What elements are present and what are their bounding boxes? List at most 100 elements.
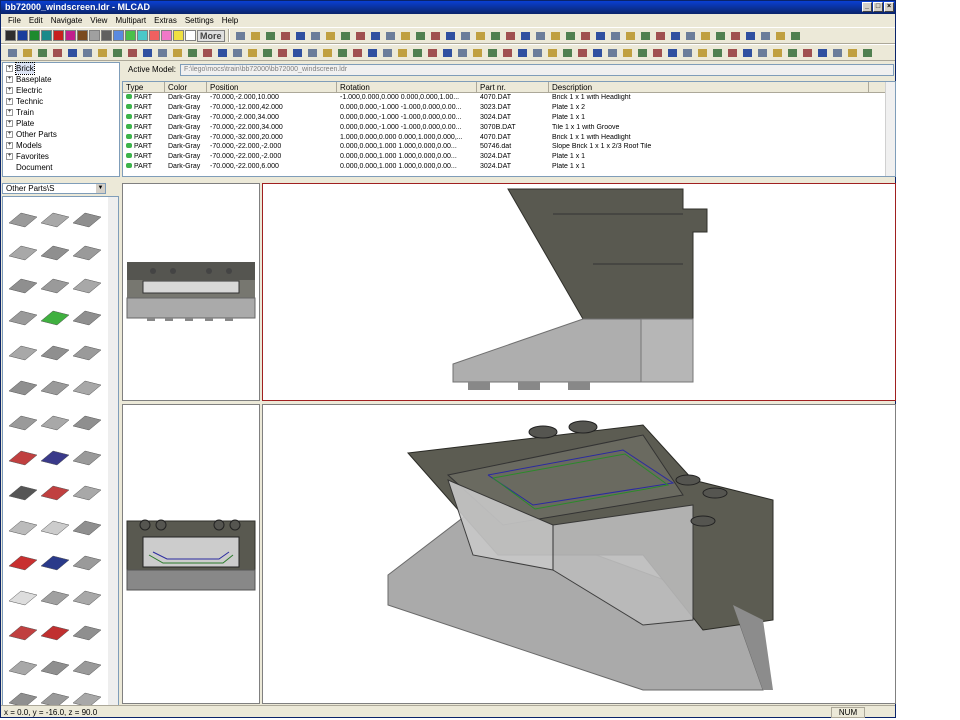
toolbar-button-icon[interactable] [425, 46, 439, 59]
toolbar-button-icon[interactable] [668, 29, 682, 42]
column-header[interactable]: Rotation [337, 82, 477, 92]
toolbar-button-icon[interactable] [830, 46, 844, 59]
toolbar-button-icon[interactable] [410, 46, 424, 59]
tree-item[interactable]: + Favorites [3, 151, 119, 162]
table-row[interactable]: PART Dark-Gray -70.000,-22.000,-2.000 0.000… [123, 152, 895, 162]
viewport-front[interactable] [122, 183, 260, 401]
part-thumbnail[interactable] [72, 485, 102, 501]
toolbar-button-icon[interactable] [275, 46, 289, 59]
toolbar-button-icon[interactable] [503, 29, 517, 42]
toolbar-button-icon[interactable] [755, 46, 769, 59]
toolbar-button-icon[interactable] [368, 29, 382, 42]
close-button[interactable]: × [884, 2, 894, 12]
menu-view[interactable]: View [86, 14, 111, 27]
part-thumbnail[interactable] [72, 450, 102, 466]
viewport-side[interactable] [262, 183, 896, 401]
toolbar-button-icon[interactable] [383, 29, 397, 42]
part-thumbnail[interactable] [40, 625, 70, 641]
toolbar-button-icon[interactable] [845, 46, 859, 59]
color-swatch[interactable] [137, 30, 148, 41]
color-swatch[interactable] [173, 30, 184, 41]
toolbar-button-icon[interactable] [713, 29, 727, 42]
expand-icon[interactable] [6, 164, 13, 171]
part-thumbnail[interactable] [72, 590, 102, 606]
toolbar-button-icon[interactable] [80, 46, 94, 59]
toolbar-button-icon[interactable] [293, 29, 307, 42]
tree-item[interactable]: Document [3, 162, 119, 173]
toolbar-button-icon[interactable] [563, 29, 577, 42]
toolbar-button-icon[interactable] [593, 29, 607, 42]
menu-multipart[interactable]: Multipart [111, 14, 150, 27]
toolbar-button-icon[interactable] [470, 46, 484, 59]
toolbar-button-icon[interactable] [695, 46, 709, 59]
expand-icon[interactable]: + [6, 76, 13, 83]
table-row[interactable]: PART Dark-Gray -70.000,-2.000,10.000 -1.000… [123, 93, 895, 103]
toolbar-button-icon[interactable] [233, 29, 247, 42]
part-thumbnail[interactable] [72, 212, 102, 228]
chevron-down-icon[interactable]: ▼ [96, 184, 105, 193]
toolbar-button-icon[interactable] [290, 46, 304, 59]
part-thumbnail[interactable] [8, 660, 38, 676]
part-thumbnail[interactable] [40, 278, 70, 294]
toolbar-button-icon[interactable] [230, 46, 244, 59]
part-thumbnail[interactable] [72, 310, 102, 326]
toolbar-button-icon[interactable] [35, 46, 49, 59]
part-thumbnail[interactable] [40, 450, 70, 466]
toolbar-button-icon[interactable] [680, 46, 694, 59]
color-swatch[interactable] [29, 30, 40, 41]
color-swatch[interactable] [161, 30, 172, 41]
part-thumbnail[interactable] [8, 212, 38, 228]
part-thumbnail[interactable] [8, 415, 38, 431]
part-thumbnail[interactable] [40, 245, 70, 261]
tree-item[interactable]: + Technic [3, 96, 119, 107]
toolbar-button-icon[interactable] [323, 29, 337, 42]
part-thumbnail[interactable] [8, 310, 38, 326]
table-row[interactable]: PART Dark-Gray -70.000,-2.000,34.000 0.000,… [123, 113, 895, 123]
toolbar-button-icon[interactable] [485, 46, 499, 59]
tree-item[interactable]: + Train [3, 107, 119, 118]
toolbar-button-icon[interactable] [125, 46, 139, 59]
part-thumbnail[interactable] [8, 625, 38, 641]
parts-list-scrollbar[interactable] [885, 82, 895, 176]
toolbar-button-icon[interactable] [248, 29, 262, 42]
toolbar-button-icon[interactable] [455, 46, 469, 59]
toolbar-button-icon[interactable] [440, 46, 454, 59]
column-header[interactable]: Description [549, 82, 869, 92]
model-parts-list[interactable]: Type Color Position Rotation Part nr. Descrip… [122, 81, 896, 177]
toolbar-button-icon[interactable] [395, 46, 409, 59]
part-thumbnail[interactable] [8, 590, 38, 606]
toolbar-button-icon[interactable] [260, 46, 274, 59]
part-thumbnail[interactable] [40, 380, 70, 396]
part-thumbnail[interactable] [40, 415, 70, 431]
table-row[interactable]: PART Dark-Gray -70.000,-32.000,20.000 1.000… [123, 132, 895, 142]
color-swatch[interactable] [125, 30, 136, 41]
toolbar-button-icon[interactable] [110, 46, 124, 59]
expand-icon[interactable]: + [6, 65, 13, 72]
tree-item[interactable]: + Other Parts [3, 129, 119, 140]
toolbar-button-icon[interactable] [590, 46, 604, 59]
toolbar-button-icon[interactable] [725, 46, 739, 59]
toolbar-button-icon[interactable] [263, 29, 277, 42]
part-thumbnail[interactable] [40, 212, 70, 228]
toolbar-button-icon[interactable] [743, 29, 757, 42]
color-swatch[interactable] [101, 30, 112, 41]
toolbar-button-icon[interactable] [245, 46, 259, 59]
toolbar-button-icon[interactable] [170, 46, 184, 59]
toolbar-button-icon[interactable] [698, 29, 712, 42]
column-header[interactable]: Type [123, 82, 165, 92]
part-thumbnail[interactable] [72, 415, 102, 431]
color-swatch[interactable] [41, 30, 52, 41]
part-thumbnail[interactable] [8, 450, 38, 466]
part-thumbnail[interactable] [72, 345, 102, 361]
color-swatch[interactable] [5, 30, 16, 41]
part-thumbnail[interactable] [8, 380, 38, 396]
toolbar-button-icon[interactable] [665, 46, 679, 59]
gallery-scrollbar[interactable] [108, 197, 118, 705]
toolbar-button-icon[interactable] [278, 29, 292, 42]
part-thumbnail[interactable] [40, 660, 70, 676]
toolbar-button-icon[interactable] [710, 46, 724, 59]
column-header[interactable]: Color [165, 82, 207, 92]
tree-item[interactable]: + Plate [3, 118, 119, 129]
column-header[interactable]: Position [207, 82, 337, 92]
part-thumbnail[interactable] [40, 520, 70, 536]
